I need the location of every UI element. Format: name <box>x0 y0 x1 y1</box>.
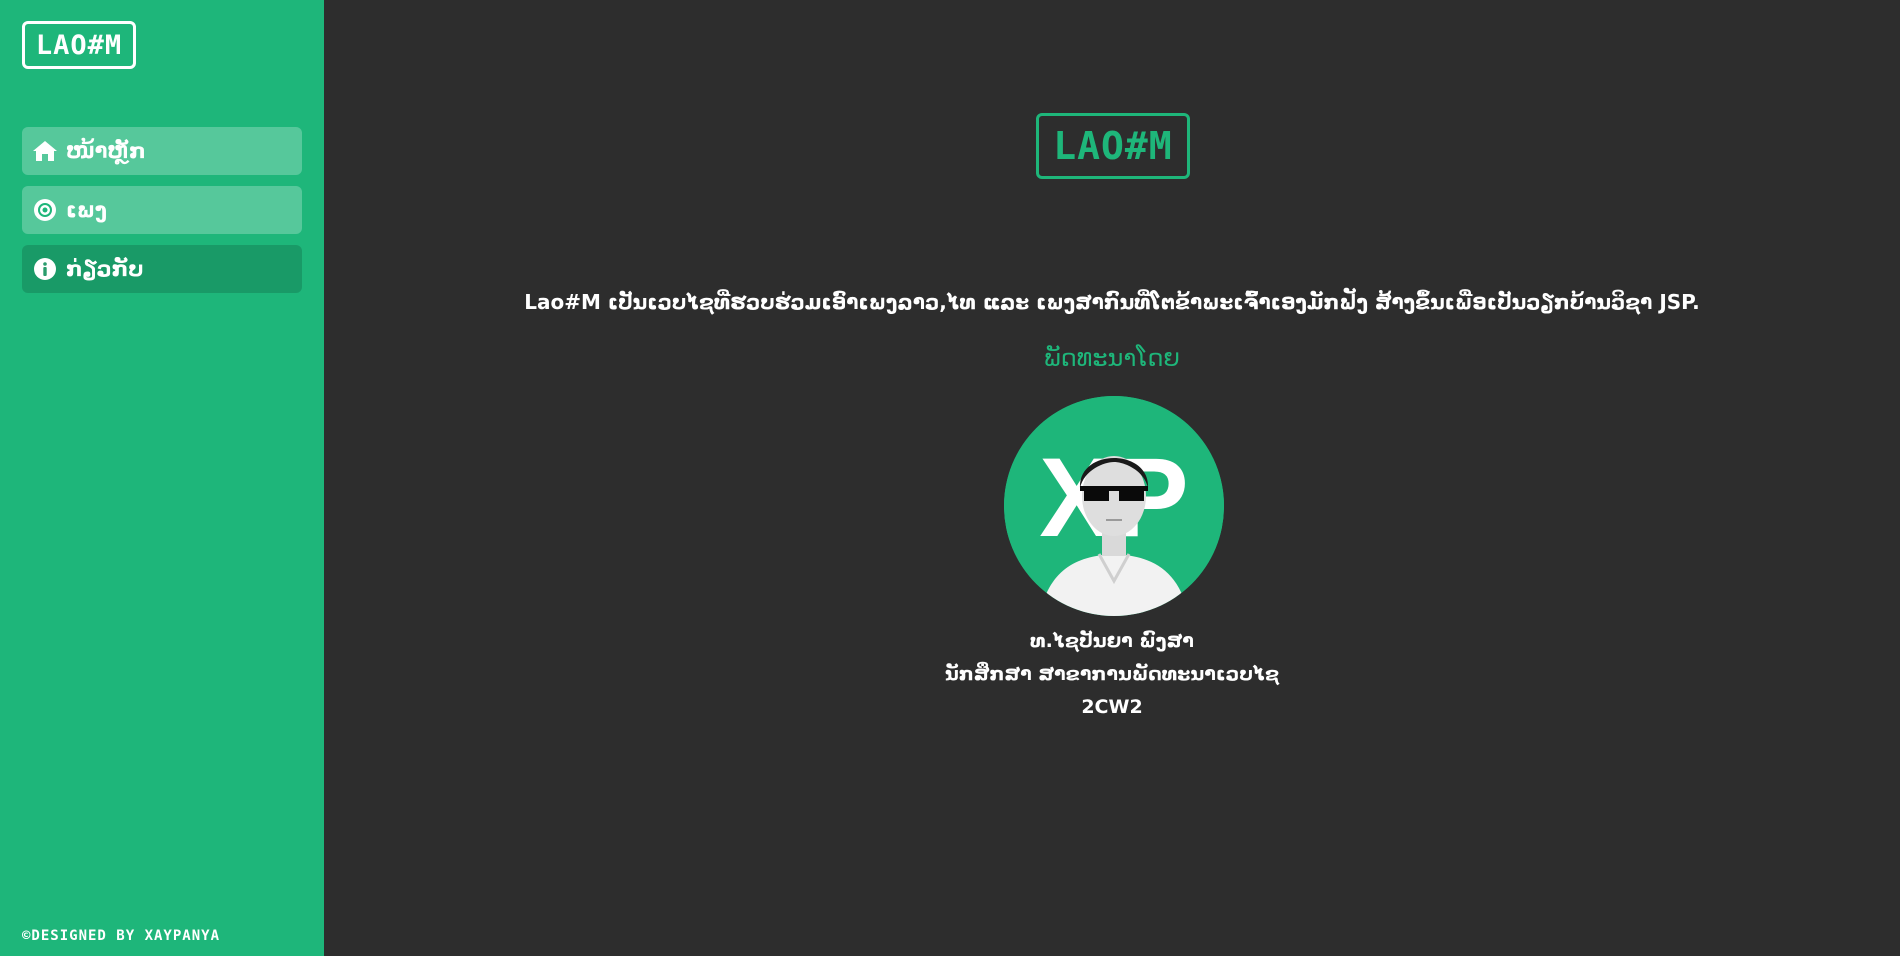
main-logo: LAO#M <box>1036 113 1190 179</box>
developer-info: ທ.ໄຊປັນຍາ ພົງສາ ນັກສຶກສາ ສາຂາການພັດທະນາເ… <box>324 625 1900 724</box>
sidebar-item-label: ໜ້າຫຼັກ <box>66 139 146 163</box>
sidebar-item-label: ກ່ຽວກັບ <box>66 257 144 281</box>
sidebar-item-songs[interactable]: ເພງ <box>22 186 302 234</box>
sidebar: LAO#M ໜ້າຫຼັກ ເພງ ກ່ຽວກັບ ©DESIGNED BY X… <box>0 0 324 956</box>
sidebar-item-about[interactable]: ກ່ຽວກັບ <box>22 245 302 293</box>
developer-role: ນັກສຶກສາ ສາຂາການພັດທະນາເວບໄຊ <box>944 663 1280 685</box>
developer-name: ທ.ໄຊປັນຍາ ພົງສາ <box>1030 630 1194 652</box>
sidebar-item-label: ເພງ <box>66 198 107 222</box>
sidebar-logo[interactable]: LAO#M <box>22 21 136 69</box>
site-description: Lao#M ເປັນເວບໄຊທີ່ຮວບຮ່ວມເອົາເພງລາວ,ໄທ ແ… <box>524 290 1700 314</box>
avatar: XP <box>1004 396 1224 616</box>
sidebar-item-home[interactable]: ໜ້າຫຼັກ <box>22 127 302 175</box>
main-content: LAO#M Lao#M ເປັນເວບໄຊທີ່ຮວບຮ່ວມເອົາເພງລາ… <box>324 0 1900 956</box>
sidebar-nav: ໜ້າຫຼັກ ເພງ ກ່ຽວກັບ <box>22 127 302 304</box>
info-icon <box>32 256 58 282</box>
developer-class: 2CW2 <box>1081 696 1143 718</box>
home-icon <box>32 138 58 164</box>
footer-credit: ©DESIGNED BY XAYPANYA <box>22 928 221 944</box>
disc-icon <box>32 197 58 223</box>
developed-by-heading: ພັດທະນາໂດຍ <box>1044 344 1180 372</box>
